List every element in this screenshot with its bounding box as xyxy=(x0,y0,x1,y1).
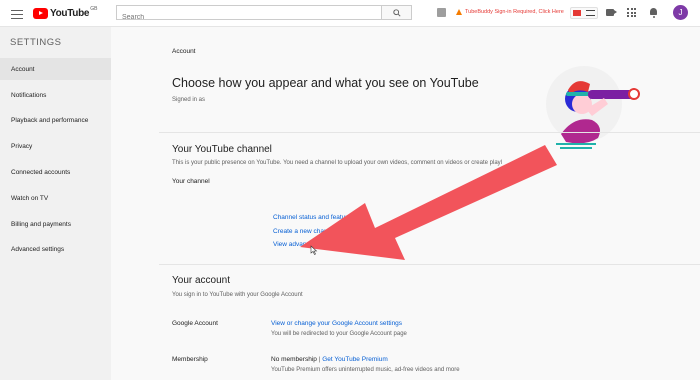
channel-description: This is your public presence on YouTube.… xyxy=(172,160,502,166)
membership-line: No membership | Get YouTube Premium xyxy=(271,356,388,363)
sidebar-item-account[interactable]: Account xyxy=(0,58,111,80)
avatar[interactable]: J xyxy=(673,5,688,20)
extension-icon[interactable] xyxy=(437,8,446,17)
top-bar: YouTube GB TubeBuddy Sign-in Required, C… xyxy=(0,0,700,27)
your-channel-label: Your channel xyxy=(172,178,210,185)
section-divider xyxy=(159,132,700,133)
view-advanced-settings-link[interactable]: View advanced settings xyxy=(273,241,341,248)
settings-sidebar: SETTINGS Account Notifications Playback … xyxy=(0,27,111,380)
search-box xyxy=(116,5,382,24)
account-heading: Your account xyxy=(172,275,231,286)
cursor-icon xyxy=(310,245,318,255)
channel-heading: Your YouTube channel xyxy=(172,144,272,155)
signed-in-text: Signed in as xyxy=(172,97,206,103)
sidebar-item-advanced[interactable]: Advanced settings xyxy=(0,238,111,260)
sidebar-item-privacy[interactable]: Privacy xyxy=(0,135,111,157)
sidebar-heading: SETTINGS xyxy=(10,37,62,48)
membership-status: No membership xyxy=(271,356,317,363)
logo-text: YouTube xyxy=(50,7,90,19)
sidebar-item-connected-accounts[interactable]: Connected accounts xyxy=(0,161,111,183)
sidebar-item-notifications[interactable]: Notifications xyxy=(0,84,111,106)
menu-icon[interactable] xyxy=(11,7,23,19)
google-account-note: You will be redirected to your Google Ac… xyxy=(271,331,407,337)
membership-separator: | xyxy=(318,356,321,363)
sidebar-item-watch-on-tv[interactable]: Watch on TV xyxy=(0,187,111,209)
youtube-play-icon xyxy=(33,7,48,19)
settings-content: Account Choose how you appear and what y… xyxy=(111,27,700,380)
settings-illustration xyxy=(546,66,640,149)
search-icon xyxy=(392,8,401,17)
logo-country: GB xyxy=(90,6,98,12)
account-description: You sign in to YouTube with your Google … xyxy=(172,292,303,298)
google-account-link[interactable]: View or change your Google Account setti… xyxy=(271,320,402,327)
tubebuddy-icon[interactable] xyxy=(570,7,598,19)
search-input[interactable] xyxy=(117,11,372,24)
section-divider xyxy=(159,264,700,265)
membership-note: YouTube Premium offers uninterrupted mus… xyxy=(271,367,460,373)
section-label: Account xyxy=(172,48,196,55)
sidebar-item-playback[interactable]: Playback and performance xyxy=(0,109,111,131)
google-account-label: Google Account xyxy=(172,320,218,327)
channel-status-link[interactable]: Channel status and features xyxy=(273,214,354,221)
create-channel-link[interactable]: Create a new channel xyxy=(273,228,336,235)
warning-icon xyxy=(456,9,462,15)
youtube-logo[interactable]: YouTube GB xyxy=(33,6,98,19)
video-camera-icon[interactable] xyxy=(606,9,617,16)
bell-icon[interactable] xyxy=(650,8,657,18)
tubebuddy-warning[interactable]: TubeBuddy Sign-in Required, Click Here xyxy=(456,9,564,15)
membership-label: Membership xyxy=(172,356,208,363)
get-premium-link[interactable]: Get YouTube Premium xyxy=(322,356,388,363)
search-button[interactable] xyxy=(382,5,412,20)
warning-text: TubeBuddy Sign-in Required, Click Here xyxy=(465,9,564,15)
apps-icon[interactable] xyxy=(627,8,636,17)
sidebar-item-billing[interactable]: Billing and payments xyxy=(0,213,111,235)
page-title: Choose how you appear and what you see o… xyxy=(172,76,479,90)
